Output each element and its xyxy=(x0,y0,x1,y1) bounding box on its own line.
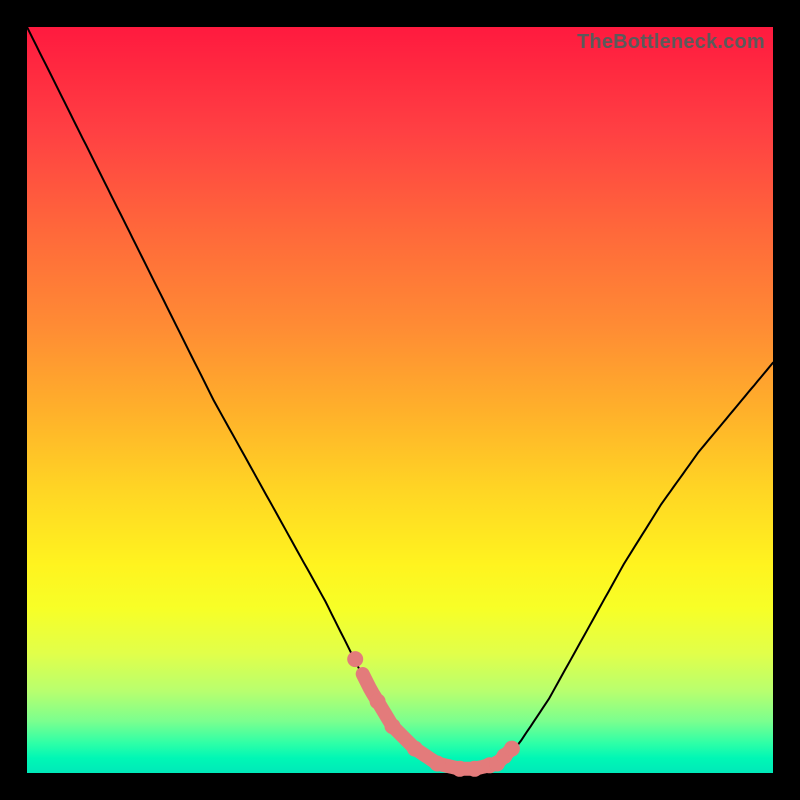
highlight-dot xyxy=(452,761,468,777)
plot-area: TheBottleneck.com xyxy=(27,27,773,773)
highlight-dot xyxy=(467,761,483,777)
curve-path xyxy=(27,27,773,771)
curve-dots xyxy=(347,651,520,777)
highlight-dot xyxy=(504,741,520,757)
highlight-dot xyxy=(370,693,386,709)
chart-frame: TheBottleneck.com xyxy=(0,0,800,800)
bottleneck-curve xyxy=(27,27,773,773)
highlight-dot xyxy=(407,741,423,757)
curve-highlight xyxy=(363,674,512,769)
highlight-dot xyxy=(429,756,445,772)
highlight-dot xyxy=(347,651,363,667)
highlight-dot xyxy=(385,718,401,734)
